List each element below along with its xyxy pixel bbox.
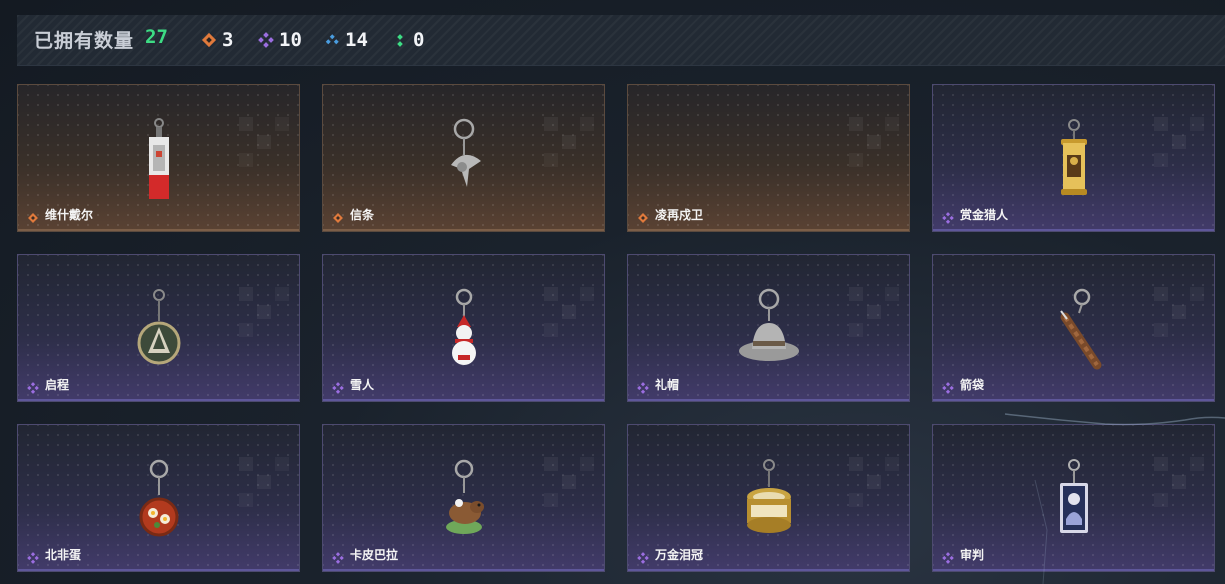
orange-diamond-icon — [637, 209, 649, 223]
charm-name-row: 礼帽 — [637, 376, 680, 394]
orange-diamond-icon — [332, 209, 344, 223]
charm-name: 审判 — [960, 548, 985, 562]
snowman-charm-icon — [429, 287, 499, 377]
charm-card[interactable]: 北非蛋 — [17, 424, 300, 572]
bounty-poster-charm-icon — [1039, 117, 1109, 207]
purple-diamond-icon — [942, 549, 954, 564]
charm-name: 万金泪冠 — [655, 548, 704, 562]
charm-card[interactable]: 礼帽 — [627, 254, 910, 402]
charm-name: 卡皮巴拉 — [350, 548, 399, 562]
stat-green: 0 — [391, 27, 424, 53]
stat-green-value: 0 — [413, 29, 425, 51]
charm-card[interactable]: 维什戴尔 — [17, 84, 300, 232]
purple-diamond-icon — [942, 209, 954, 224]
charm-name: 启程 — [45, 378, 70, 392]
purple-diamond-icon — [637, 549, 649, 564]
purple-diamond-icon — [27, 379, 39, 394]
purple-diamond-icon — [332, 379, 344, 394]
blue-triangle-icon — [323, 31, 341, 49]
charm-card[interactable]: 箭袋 — [932, 254, 1215, 402]
rarity-bar — [323, 399, 604, 401]
charm-name: 礼帽 — [655, 378, 680, 392]
purple-diamond-icon — [27, 549, 39, 564]
rarity-bar — [323, 569, 604, 571]
charm-name: 信条 — [350, 208, 375, 222]
charm-name: 赏金猎人 — [960, 208, 1009, 222]
charm-name: 凌再戍卫 — [655, 208, 704, 222]
charm-card[interactable]: 雪人 — [322, 254, 605, 402]
charm-name-row: 万金泪冠 — [637, 546, 704, 564]
rarity-bar — [628, 569, 909, 571]
stat-orange-value: 3 — [222, 29, 234, 51]
rarity-bar — [628, 229, 909, 231]
stat-blue-value: 14 — [345, 29, 368, 51]
stat-purple: 10 — [257, 27, 302, 53]
purple-diamond-icon — [257, 31, 275, 49]
charm-name-row: 审判 — [942, 546, 985, 564]
quiver-charm-icon — [1039, 287, 1109, 377]
orange-diamond-icon — [200, 31, 218, 49]
orange-diamond-icon — [27, 209, 39, 223]
creed-charm-icon — [429, 117, 499, 207]
charm-card[interactable]: 审判 — [932, 424, 1215, 572]
departure-medal-charm-icon — [124, 287, 194, 377]
charm-name: 雪人 — [350, 378, 375, 392]
charm-name: 维什戴尔 — [45, 208, 94, 222]
rarity-bar — [18, 229, 299, 231]
vishdel-charm-icon — [124, 117, 194, 207]
stat-blue: 14 — [323, 27, 368, 53]
charm-card[interactable]: 赏金猎人 — [932, 84, 1215, 232]
charm-card[interactable]: 凌再戍卫 — [627, 84, 910, 232]
charm-name-row: 北非蛋 — [27, 546, 82, 564]
stat-purple-value: 10 — [279, 29, 302, 51]
stat-orange: 3 — [200, 27, 233, 53]
charm-name-row: 凌再戍卫 — [637, 206, 703, 223]
charm-card[interactable]: 启程 — [17, 254, 300, 402]
purple-diamond-icon — [637, 379, 649, 394]
charm-card[interactable]: 万金泪冠 — [627, 424, 910, 572]
charm-name-row: 维什戴尔 — [27, 206, 93, 223]
judgment-card-charm-icon — [1039, 457, 1109, 547]
charm-name-row: 卡皮巴拉 — [332, 546, 399, 564]
shakshuka-charm-icon — [124, 457, 194, 547]
collection-summary-bar: 已拥有数量 27 3 10 14 0 — [17, 15, 1225, 66]
rarity-bar — [18, 569, 299, 571]
owned-label: 已拥有数量 — [34, 30, 135, 52]
rarity-bar — [323, 229, 604, 231]
purple-diamond-icon — [942, 379, 954, 394]
rarity-bar — [628, 399, 909, 401]
hat-charm-icon — [734, 287, 804, 377]
charm-card[interactable]: 卡皮巴拉 — [322, 424, 605, 572]
charm-card[interactable]: 信条 — [322, 84, 605, 232]
charm-name-row: 箭袋 — [942, 376, 985, 394]
green-dots-icon — [391, 31, 409, 49]
rarity-bar — [933, 229, 1214, 231]
purple-diamond-icon — [332, 549, 344, 564]
rarity-bar — [933, 399, 1214, 401]
charm-name-row: 信条 — [332, 206, 374, 223]
capybara-charm-icon — [429, 457, 499, 547]
charm-name-row: 赏金猎人 — [942, 206, 1009, 224]
owned-count: 27 — [145, 26, 168, 48]
charm-name-row: 雪人 — [332, 376, 375, 394]
rarity-bar — [18, 399, 299, 401]
charm-name: 北非蛋 — [45, 548, 82, 562]
charm-name: 箭袋 — [960, 378, 985, 392]
golden-crown-charm-icon — [734, 457, 804, 547]
charm-name-row: 启程 — [27, 376, 70, 394]
rarity-bar — [933, 569, 1214, 571]
